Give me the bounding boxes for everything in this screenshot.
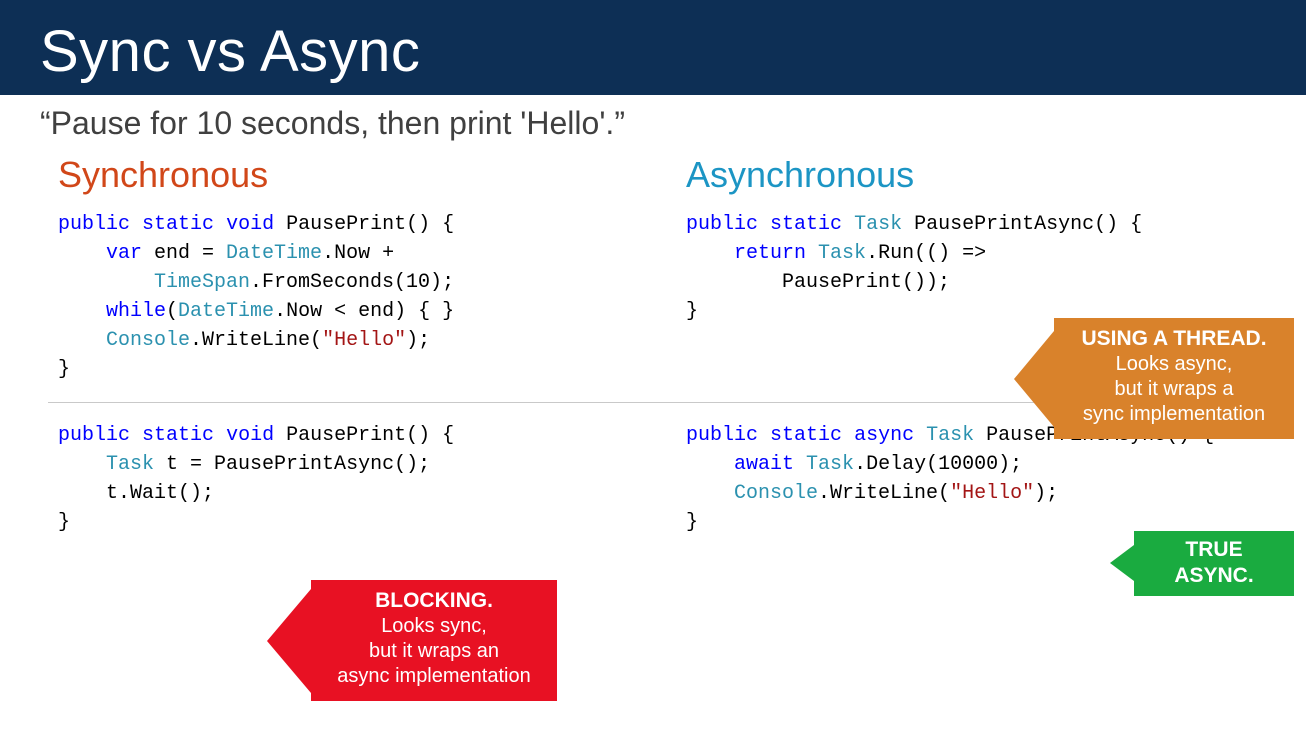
- slide: { "title": "Sync vs Async", "subtitle": …: [0, 0, 1306, 734]
- callout-blocking: BLOCKING. Looks sync, but it wraps an as…: [311, 580, 557, 701]
- async-heading: Asynchronous: [686, 154, 1266, 196]
- callout-using-thread: USING A THREAD. Looks async, but it wrap…: [1054, 318, 1294, 439]
- callout-orange-line2: but it wraps a: [1115, 378, 1234, 400]
- slide-subtitle: “Pause for 10 seconds, then print 'Hello…: [0, 95, 1306, 148]
- sync-column-2: public static void PausePrint() { Task t…: [40, 417, 638, 547]
- arrow-left-icon: [1014, 331, 1054, 427]
- callout-red-title: BLOCKING.: [375, 589, 493, 612]
- callout-green-title: TRUE ASYNC.: [1174, 538, 1253, 587]
- callout-red-line2: but it wraps an: [369, 640, 499, 662]
- sync-code-bottom: public static void PausePrint() { Task t…: [40, 417, 638, 547]
- callout-red-line1: Looks sync,: [381, 615, 487, 637]
- callout-orange-title: USING A THREAD.: [1081, 327, 1266, 350]
- callout-true-async: TRUE ASYNC.: [1134, 531, 1294, 596]
- arrow-left-icon: [1110, 545, 1134, 581]
- callout-orange-line1: Looks async,: [1116, 353, 1233, 375]
- title-bar: Sync vs Async: [0, 0, 1306, 95]
- callout-red-line3: async implementation: [337, 665, 530, 687]
- arrow-left-icon: [267, 589, 311, 693]
- callout-orange-line3: sync implementation: [1083, 403, 1265, 425]
- sync-code-top: public static void PausePrint() { var en…: [40, 206, 638, 394]
- slide-title: Sync vs Async: [40, 18, 1266, 85]
- sync-column: Synchronous public static void PausePrin…: [40, 148, 638, 394]
- async-code-top: public static Task PausePrintAsync() { r…: [668, 206, 1266, 336]
- sync-heading: Synchronous: [58, 154, 638, 196]
